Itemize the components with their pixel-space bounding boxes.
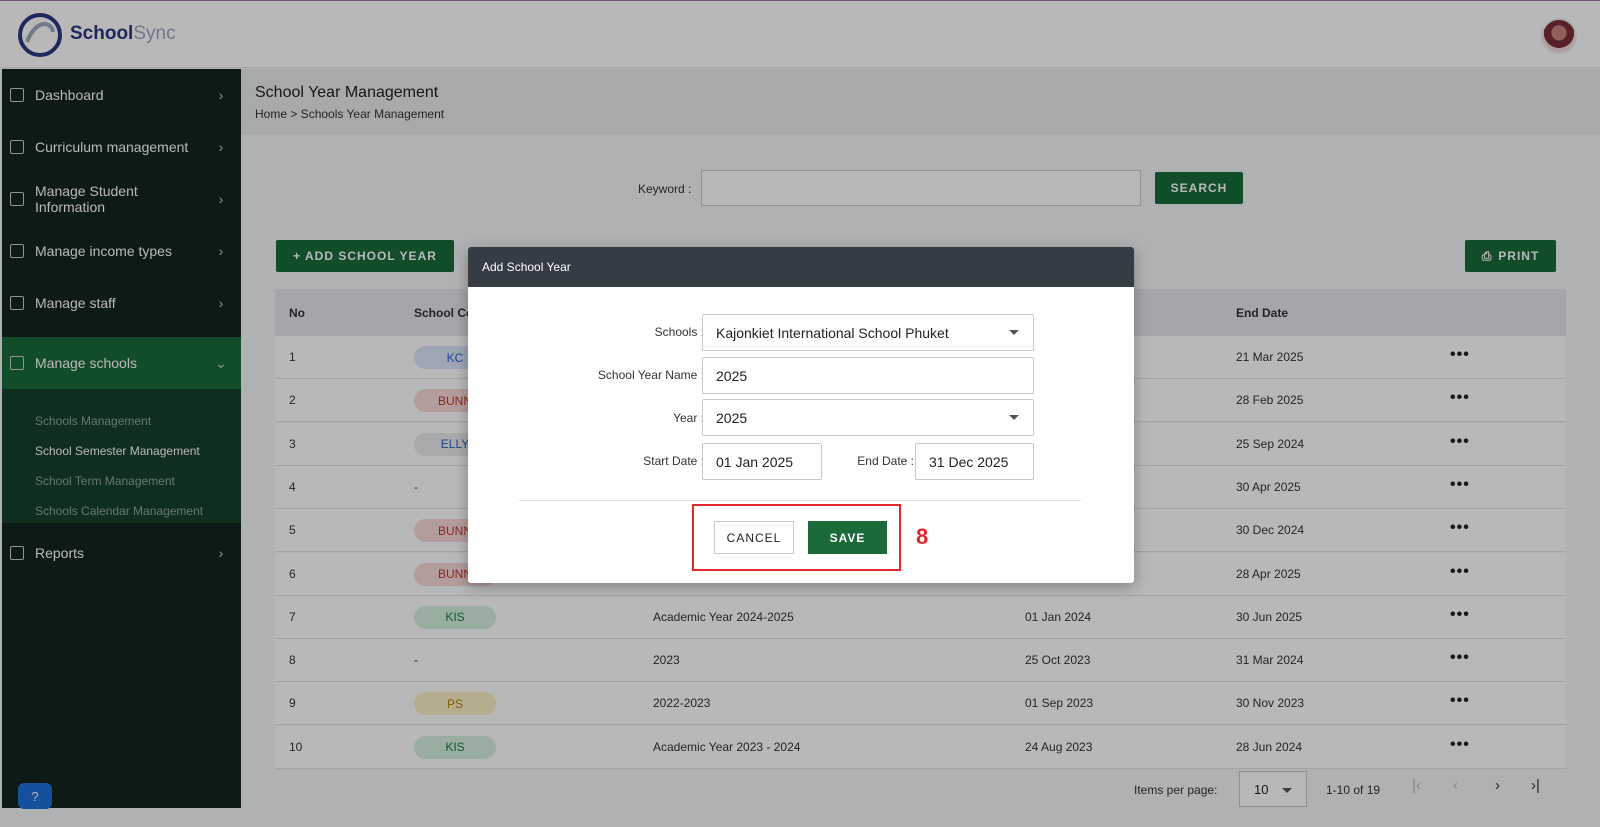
schools-label: Schools : (654, 325, 704, 339)
dialog-title: Add School Year (468, 247, 1134, 287)
end-date-input[interactable]: 31 Dec 2025 (915, 443, 1034, 480)
year-select[interactable]: 2025 (702, 399, 1034, 436)
dialog-divider (519, 500, 1081, 501)
annotation-step-number: 8 (916, 524, 929, 549)
year-label: Year : (673, 411, 704, 425)
school-year-name-label: School Year Name : (597, 368, 704, 382)
schools-select[interactable]: Kajonkiet International School Phuket (702, 314, 1034, 351)
start-date-label: Start Date : (643, 454, 704, 468)
caret-down-icon (1009, 415, 1019, 420)
annotation-highlight-box (692, 504, 901, 571)
caret-down-icon (1009, 330, 1019, 335)
start-date-input[interactable]: 01 Jan 2025 (702, 443, 822, 480)
end-date-label: End Date : (857, 454, 914, 468)
school-year-name-input[interactable]: 2025 (702, 357, 1034, 394)
